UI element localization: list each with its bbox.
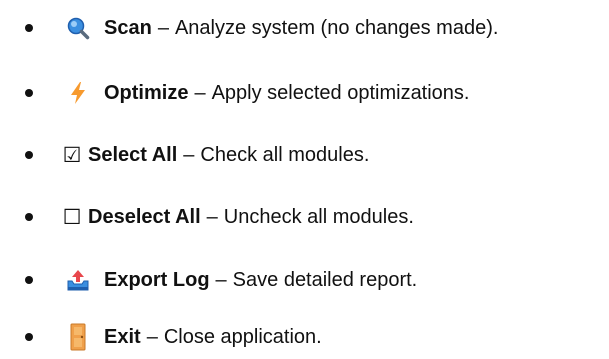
- bullet: [25, 276, 33, 284]
- separator: –: [146, 325, 158, 348]
- item-description: Uncheck all modules.: [223, 205, 414, 228]
- item-description: Check all modules.: [200, 143, 370, 166]
- bullet: [25, 151, 33, 159]
- bullet: [25, 333, 33, 341]
- item-name: Exit: [104, 325, 141, 348]
- separator: –: [206, 205, 218, 228]
- bullet: [25, 24, 33, 32]
- separator: –: [215, 268, 227, 291]
- item-name: Deselect All: [88, 205, 201, 228]
- item-name: Select All: [88, 143, 178, 166]
- bullet: [25, 89, 33, 97]
- lightning-bolt-icon: [66, 81, 90, 105]
- item-name: Optimize: [104, 81, 189, 104]
- door-icon: [66, 323, 90, 351]
- separator: –: [183, 143, 195, 166]
- item-name: Export Log: [104, 268, 210, 291]
- item-name: Scan: [104, 16, 152, 39]
- item-description: Save detailed report.: [232, 268, 418, 291]
- checked-box-icon: ☑: [62, 142, 82, 167]
- item-description: Apply selected optimizations.: [211, 81, 470, 104]
- button-legend-list: Scan – Analyze system (no changes made). O…: [0, 0, 609, 359]
- separator: –: [194, 81, 206, 104]
- item-description: Close application.: [163, 325, 322, 348]
- outbox-tray-icon: [66, 268, 90, 292]
- item-description: Analyze system (no changes made).: [174, 16, 499, 39]
- bullet: [25, 213, 33, 221]
- empty-box-icon: ☐: [62, 204, 82, 229]
- magnifying-glass-icon: [66, 16, 90, 40]
- separator: –: [157, 16, 169, 39]
